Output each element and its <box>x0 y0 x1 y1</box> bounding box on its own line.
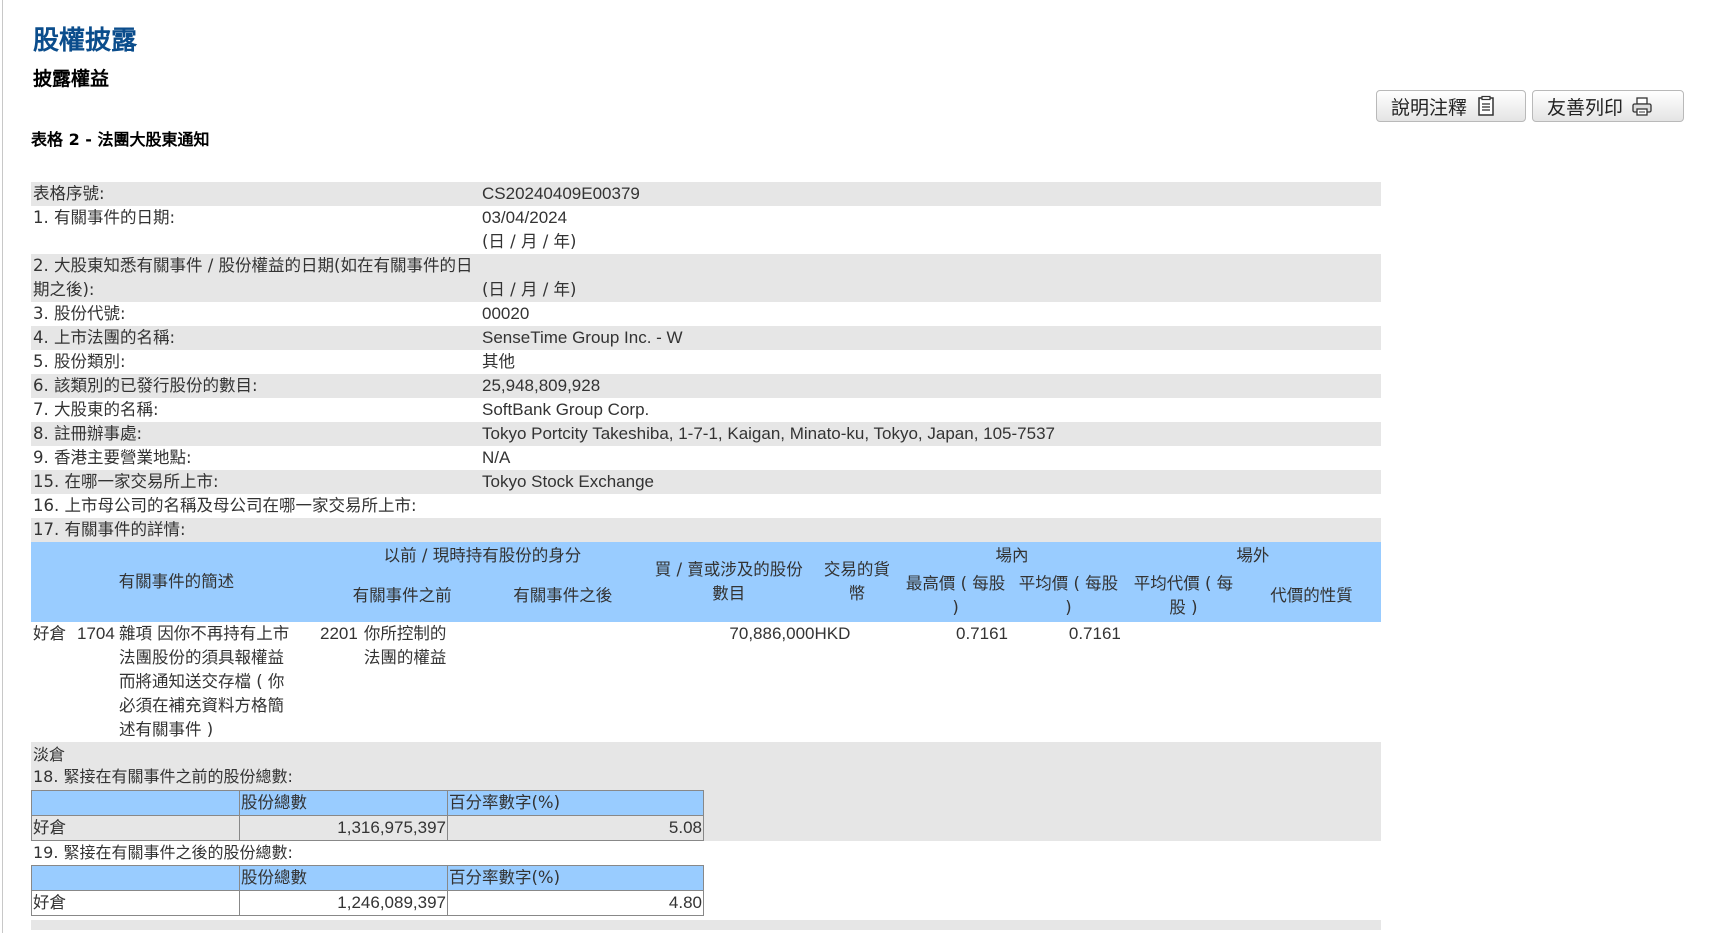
q18-percentage: 5.08 <box>447 815 704 841</box>
field-row: 5. 股份類別: 其他 <box>31 350 1381 374</box>
q18-header-percentage: 百分率數字(%) <box>447 790 704 816</box>
help-notes-label: 說明注釋 <box>1391 96 1468 119</box>
table-row: 好倉 1704 雜項 因你不再持有上市法團股份的須具報權益而將通知送交存檔 ( … <box>31 622 1381 742</box>
q19-total-shares: 1,246,089,397 <box>239 890 448 916</box>
col-header-after: 有關事件之後 <box>482 570 644 622</box>
field-value-note: (日 / 月 / 年) <box>482 280 577 299</box>
capacity-before: 你所控制的法團的權益 <box>363 624 447 667</box>
q18-label: 18. 緊接在有關事件之前的股份總數: <box>33 767 293 786</box>
event-description: 雜項 因你不再持有上市法團股份的須具報權益而將通知送交存檔 ( 你必須在補充資料… <box>119 624 290 739</box>
q18-row-label: 好倉 <box>31 815 240 841</box>
col-header-highest-price: 最高價 ( 每股 ) <box>899 570 1012 622</box>
shares-involved: 70,886,000 <box>729 624 815 643</box>
field-row: 17. 有關事件的詳情: <box>31 518 1381 542</box>
col-header-on-exchange: 場內 <box>899 542 1125 570</box>
notes-icon <box>1478 95 1494 116</box>
field-row: 15. 在哪一家交易所上市: Tokyo Stock Exchange <box>31 470 1381 494</box>
field-row: 表格序號: CS20240409E00379 <box>31 182 1381 206</box>
totals-section: 淡倉 18. 緊接在有關事件之前的股份總數: 股份總數 百分率數字(%) 好倉 … <box>31 742 1381 841</box>
field-value: SenseTime Group Inc. - W <box>482 328 683 347</box>
print-friendly-label: 友善列印 <box>1547 96 1624 119</box>
q19-header-shares: 股份總數 <box>239 865 448 891</box>
field-row: 3. 股份代號: 00020 <box>31 302 1381 326</box>
field-value: CS20240409E00379 <box>482 184 640 203</box>
col-header-average-price: 平均價 ( 每股 ) <box>1012 570 1125 622</box>
field-value: 00020 <box>482 304 530 323</box>
disclosure-form: 表格序號: CS20240409E00379 1. 有關事件的日期: 03/04… <box>31 182 1381 930</box>
next-section-strip <box>31 920 1381 930</box>
col-header-off-exchange: 場外 <box>1124 542 1381 570</box>
col-header-description: 有關事件的簡述 <box>31 542 322 622</box>
col-header-capacity: 以前 / 現時持有股份的身分 <box>321 542 644 570</box>
q18-total-shares: 1,316,975,397 <box>239 815 448 841</box>
field-value: 25,948,809,928 <box>482 376 601 395</box>
field-row: 8. 註冊辦事處: Tokyo Portcity Takeshiba, 1-7-… <box>31 422 1381 446</box>
table-row: 好倉 1,246,089,397 4.80 <box>31 890 704 916</box>
field-value: 03/04/2024 <box>482 208 568 227</box>
field-label: 3. 股份代號: <box>33 304 126 323</box>
col-header-consideration-nature: 代價的性質 <box>1242 570 1381 622</box>
q18-header-shares: 股份總數 <box>239 790 448 816</box>
field-label: 6. 該類別的已發行股份的數目: <box>33 376 258 395</box>
field-label: 2. 大股東知悉有關事件 / 股份權益的日期(如在有關事件的日期之後): <box>33 256 473 299</box>
field-label: 5. 股份類別: <box>33 352 126 371</box>
printer-icon <box>1632 97 1652 116</box>
print-friendly-button[interactable]: 友善列印 <box>1532 90 1684 122</box>
col-header-currency: 交易的貨幣 <box>814 542 900 622</box>
q19-header-percentage: 百分率數字(%) <box>447 865 704 891</box>
field-row: 16. 上市母公司的名稱及母公司在哪一家交易所上市: <box>31 494 1381 518</box>
help-notes-button[interactable]: 說明注釋 <box>1376 90 1526 122</box>
field-value: 其他 <box>482 352 515 371</box>
field-row: 7. 大股東的名稱: SoftBank Group Corp. <box>31 398 1381 422</box>
col-header-before: 有關事件之前 <box>321 570 483 622</box>
form-title: 表格 2 - 法團大股東通知 <box>31 130 210 149</box>
field-value: Tokyo Portcity Takeshiba, 1-7-1, Kaigan,… <box>482 424 1055 443</box>
field-value: N/A <box>482 448 511 467</box>
page-title: 股權披露 <box>33 26 138 56</box>
field-label: 表格序號: <box>33 184 105 203</box>
field-label: 17. 有關事件的詳情: <box>33 520 186 539</box>
q19-row-label: 好倉 <box>31 890 240 916</box>
field-label: 16. 上市母公司的名稱及母公司在哪一家交易所上市: <box>33 496 417 515</box>
field-row: 1. 有關事件的日期: 03/04/2024 (日 / 月 / 年) <box>31 206 1381 254</box>
q18-table: 股份總數 百分率數字(%) 好倉 1,316,975,397 5.08 <box>31 790 704 841</box>
field-row: 6. 該類別的已發行股份的數目: 25,948,809,928 <box>31 374 1381 398</box>
consideration-nature <box>1242 622 1381 742</box>
field-value-note: (日 / 月 / 年) <box>482 232 577 251</box>
field-label: 4. 上市法團的名稱: <box>33 328 176 347</box>
col-header-average-consideration: 平均代價 ( 每股 ) <box>1124 570 1243 622</box>
short-position-label: 淡倉 <box>33 745 66 764</box>
q19-label: 19. 緊接在有關事件之後的股份總數: <box>33 843 293 862</box>
field-value: Tokyo Stock Exchange <box>482 472 654 491</box>
position-type: 好倉 <box>33 624 66 643</box>
currency: HKD <box>814 624 851 643</box>
q19-percentage: 4.80 <box>447 890 704 916</box>
field-label: 15. 在哪一家交易所上市: <box>33 472 219 491</box>
average-consideration <box>1125 622 1242 742</box>
field-row: 2. 大股東知悉有關事件 / 股份權益的日期(如在有關事件的日期之後): (日 … <box>31 254 1381 302</box>
field-label: 1. 有關事件的日期: <box>33 208 176 227</box>
field-value: SoftBank Group Corp. <box>482 400 650 419</box>
field-row: 4. 上市法團的名稱: SenseTime Group Inc. - W <box>31 326 1381 350</box>
field-label: 9. 香港主要營業地點: <box>33 448 192 467</box>
section-title: 披露權益 <box>33 68 110 90</box>
capacity-code: 2201 <box>320 624 358 643</box>
table-row: 好倉 1,316,975,397 5.08 <box>31 815 704 841</box>
field-label: 8. 註冊辦事處: <box>33 424 143 443</box>
event-code: 1704 <box>77 624 115 643</box>
event-details-table: 有關事件的簡述 以前 / 現時持有股份的身分 買 / 賣或涉及的股份數目 交易的… <box>31 542 1381 742</box>
highest-price: 0.7161 <box>956 624 1008 643</box>
q19-table: 股份總數 百分率數字(%) 好倉 1,246,089,397 4.80 <box>31 865 704 916</box>
average-price: 0.7161 <box>1068 624 1121 643</box>
col-header-shares: 買 / 賣或涉及的股份數目 <box>643 542 815 622</box>
field-label: 7. 大股東的名稱: <box>33 400 159 419</box>
field-row: 9. 香港主要營業地點: N/A <box>31 446 1381 470</box>
